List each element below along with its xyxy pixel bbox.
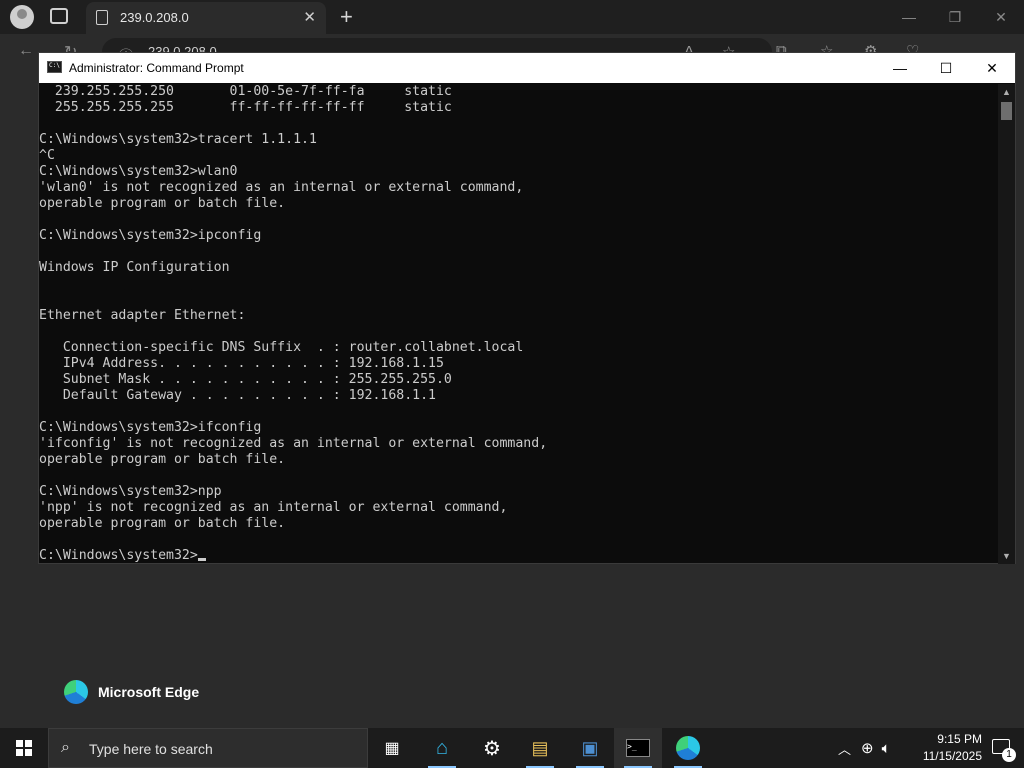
console-line: operable program or batch file. xyxy=(39,196,286,211)
cmd-maximize-icon[interactable]: ☐ xyxy=(923,53,969,83)
console-line: Default Gateway . . . . . . . . . : 192.… xyxy=(39,388,436,403)
volume-muted-icon[interactable]: 🔈︎ xyxy=(882,740,891,757)
python-icon[interactable]: ▣ xyxy=(566,728,614,768)
edge-brand-text: Microsoft Edge xyxy=(98,684,200,700)
taskbar-clock[interactable]: 9:15 PM 11/15/2025 xyxy=(923,731,982,765)
terminal-icon[interactable]: >_ xyxy=(614,728,662,768)
console-output[interactable]: 239.255.255.250 01-00-5e-7f-ff-fa static… xyxy=(39,84,997,564)
taskbar-search[interactable]: ⌕ Type here to search xyxy=(48,728,368,768)
cmd-window-title: Administrator: Command Prompt xyxy=(69,61,244,75)
cmd-window-controls: — ☐ ✕ xyxy=(877,53,1015,83)
cmd-app-icon[interactable] xyxy=(47,61,62,73)
console-line: C:\Windows\system32>npp xyxy=(39,484,222,499)
cmd-title-bar[interactable]: Administrator: Command Prompt — ☐ ✕ xyxy=(39,53,1015,83)
console-line: Ethernet adapter Ethernet: xyxy=(39,308,246,323)
vertical-scrollbar[interactable]: ▲ ▼ xyxy=(998,84,1015,564)
browser-tab-bar: 239.0.208.0 ✕ + — ❐ ✕ xyxy=(0,0,1024,34)
console-line: C:\Windows\system32>wlan0 xyxy=(39,164,238,179)
edge-icon[interactable] xyxy=(664,728,712,768)
cmd-minimize-icon[interactable]: — xyxy=(877,53,923,83)
minimize-icon[interactable]: — xyxy=(886,0,932,34)
console-line: C:\Windows\system32>ipconfig xyxy=(39,228,262,243)
profile-avatar-icon[interactable] xyxy=(10,5,34,29)
network-icon[interactable]: ⊕ xyxy=(861,739,874,757)
tab-title: 239.0.208.0 xyxy=(120,10,189,25)
console-line: operable program or batch file. xyxy=(39,516,286,531)
page-icon xyxy=(96,10,108,25)
edge-branding: Microsoft Edge xyxy=(64,680,199,704)
command-prompt-window[interactable]: Administrator: Command Prompt — ☐ ✕ 239.… xyxy=(38,52,1016,564)
console-line: 239.255.255.250 01-00-5e-7f-ff-fa static xyxy=(39,84,452,99)
text-cursor xyxy=(197,558,206,561)
browser-window-controls: — ❐ ✕ xyxy=(886,0,1024,34)
windows-logo-icon xyxy=(16,740,32,756)
clock-time: 9:15 PM xyxy=(937,732,982,746)
console-line: operable program or batch file. xyxy=(39,452,286,467)
search-icon: ⌕ xyxy=(61,739,70,756)
cmd-close-icon[interactable]: ✕ xyxy=(969,53,1015,83)
browser-tab[interactable]: 239.0.208.0 ✕ xyxy=(86,2,326,34)
edge-logo-icon xyxy=(64,680,88,704)
back-icon[interactable]: ← xyxy=(18,42,34,60)
console-line: IPv4 Address. . . . . . . . . . . : 192.… xyxy=(39,356,444,371)
console-line: C:\Windows\system32>tracert 1.1.1.1 xyxy=(39,132,317,147)
scroll-up-icon[interactable]: ▲ xyxy=(998,84,1015,100)
search-placeholder: Type here to search xyxy=(89,741,213,757)
scroll-thumb[interactable] xyxy=(1001,102,1012,120)
console-line: C:\Windows\system32> xyxy=(39,548,997,564)
console-line: 255.255.255.255 ff-ff-ff-ff-ff-ff static xyxy=(39,100,452,115)
task-view-icon[interactable]: ▦ xyxy=(368,728,416,768)
scroll-down-icon[interactable]: ▼ xyxy=(998,548,1015,564)
start-button[interactable] xyxy=(0,728,48,768)
settings-icon[interactable]: ⚙ xyxy=(468,728,516,768)
file-icon[interactable]: ▤ xyxy=(516,728,564,768)
new-tab-icon[interactable]: + xyxy=(340,4,353,30)
console-line: Windows IP Configuration xyxy=(39,260,230,275)
console-line: Subnet Mask . . . . . . . . . . . : 255.… xyxy=(39,372,452,387)
restore-icon[interactable]: ❐ xyxy=(932,0,978,34)
show-hidden-icons-icon[interactable]: ︿ xyxy=(838,739,851,758)
close-icon[interactable]: ✕ xyxy=(978,0,1024,34)
system-tray: ︿ ⊕ 🔈︎ xyxy=(838,728,891,768)
notification-count-badge: 1 xyxy=(1002,748,1016,762)
clock-date: 11/15/2025 xyxy=(922,749,982,763)
tab-close-icon[interactable]: ✕ xyxy=(303,8,316,26)
console-line: 'npp' is not recognized as an internal o… xyxy=(39,500,508,515)
console-line: ^C xyxy=(39,148,55,163)
taskbar: ⌕ Type here to search ▦ ⌂ ⚙ ▤ ▣ >_ ︿ ⊕ 🔈… xyxy=(0,728,1024,768)
tab-actions-icon[interactable] xyxy=(50,8,68,24)
console-line: 'ifconfig' is not recognized as an inter… xyxy=(39,436,548,451)
console-line: Connection-specific DNS Suffix . : route… xyxy=(39,340,524,355)
console-line: 'wlan0' is not recognized as an internal… xyxy=(39,180,524,195)
console-line: C:\Windows\system32>ifconfig xyxy=(39,420,262,435)
app-icon[interactable]: ⌂ xyxy=(418,728,466,768)
